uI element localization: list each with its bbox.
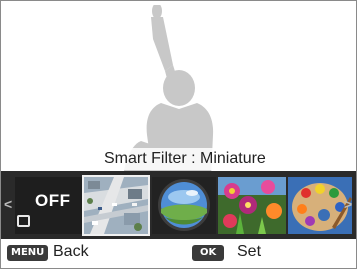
filter-thumb-miniature[interactable] — [82, 175, 150, 236]
filter-thumb-fisheye[interactable] — [152, 177, 216, 234]
camera-screen: Smart Filter : Miniature < OFF > MENU Ba… — [0, 0, 357, 269]
chevron-right-icon[interactable]: > — [344, 196, 352, 212]
filter-thumb-off[interactable]: OFF — [15, 177, 82, 234]
chevron-left-icon[interactable]: < — [4, 196, 12, 212]
filter-off-label: OFF — [35, 191, 71, 210]
filter-thumb-painting[interactable] — [218, 177, 286, 234]
ok-button[interactable]: OK — [192, 245, 225, 261]
miniature-frame-icon — [17, 215, 30, 227]
filter-strip: < OFF > — [1, 171, 356, 239]
bottom-bar: MENU Back OK Set — [1, 239, 356, 268]
set-label: Set — [237, 243, 262, 260]
smart-filter-label: Smart Filter : Miniature — [99, 148, 271, 170]
filter-thumb-palette[interactable] — [288, 177, 352, 234]
back-label: Back — [53, 243, 89, 260]
menu-button[interactable]: MENU — [7, 245, 49, 261]
